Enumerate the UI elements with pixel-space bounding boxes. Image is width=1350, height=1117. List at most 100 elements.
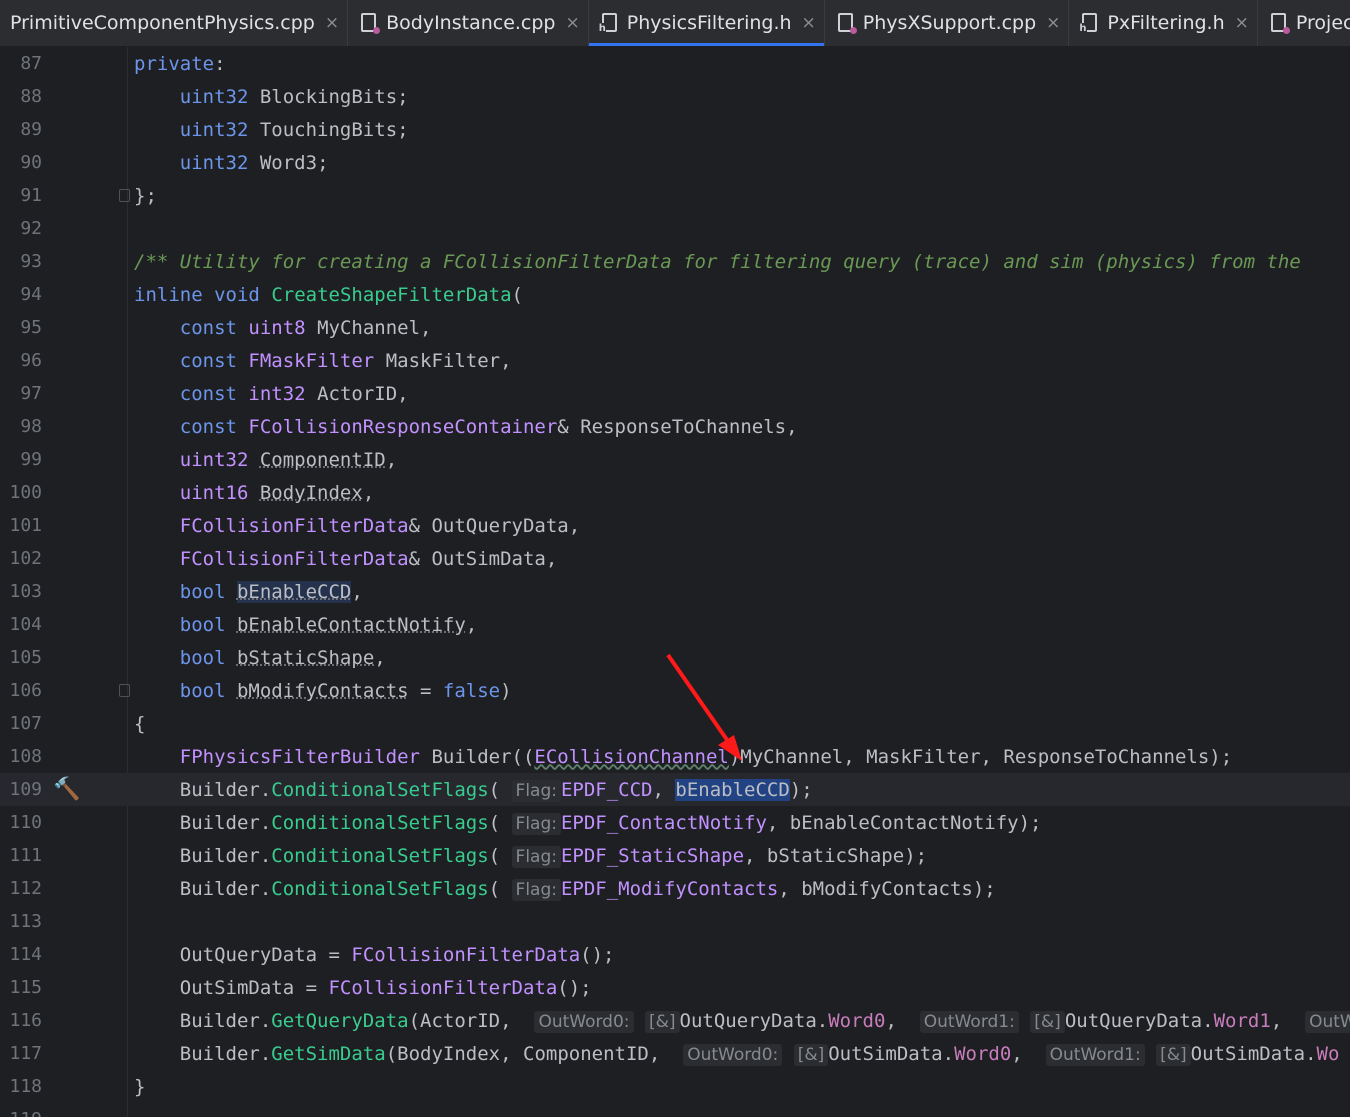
punct: , [744, 844, 756, 867]
line-number: 116 [9, 1010, 42, 1031]
punct: , [778, 877, 790, 900]
parameter-hint: OutWord0: [683, 1043, 783, 1066]
punct: , [1270, 1009, 1283, 1032]
code-line-118[interactable]: 118} [0, 1070, 1350, 1103]
line-number: 93 [20, 251, 42, 272]
code-line-107[interactable]: 107 { [0, 707, 1350, 740]
code-line-92[interactable]: 92 [0, 212, 1350, 245]
close-icon[interactable]: × [1046, 13, 1060, 33]
code-line-105[interactable]: 105 bool bStaticShape, [0, 641, 1350, 674]
line-number: 102 [9, 548, 42, 569]
tab-physics-filtering[interactable]: h PhysicsFiltering.h × [588, 0, 825, 46]
tab-projectile-movement[interactable]: ProjectileMov [1258, 0, 1350, 46]
code-line-113[interactable]: 113 [0, 905, 1350, 938]
punct: , [786, 415, 798, 438]
line-number: 113 [9, 911, 42, 932]
code-line-94[interactable]: 94 inline void CreateShapeFilterData( [0, 278, 1350, 311]
code-line-109[interactable]: 109 🔨 Builder.ConditionalSetFlags( Flag: E… [0, 773, 1350, 806]
parameter-hint: OutWord1: [919, 1010, 1019, 1033]
function-name: GetQueryData [271, 1009, 409, 1032]
code-line-117[interactable]: 117 Builder.GetSimData(BodyIndex, Compon… [0, 1037, 1350, 1070]
code-line-110[interactable]: 110 Builder.ConditionalSetFlags( Flag: EP… [0, 806, 1350, 839]
close-icon[interactable]: × [566, 13, 580, 33]
code-line-112[interactable]: 112 Builder.ConditionalSetFlags( Flag: EP… [0, 872, 1350, 905]
code-line-91[interactable]: 91}; [0, 179, 1350, 212]
code-line-111[interactable]: 111 Builder.ConditionalSetFlags( Flag: EP… [0, 839, 1350, 872]
code-line-108[interactable]: 108 FPhysicsFilterBuilder Builder((EColl… [0, 740, 1350, 773]
code-line-88[interactable]: 88 uint32 BlockingBits; [0, 80, 1350, 113]
tab-primitive-component-physics[interactable]: PrimitiveComponentPhysics.cpp × [0, 0, 349, 46]
code-line-96[interactable]: 96 const FMaskFilter MaskFilter, [0, 344, 1350, 377]
punct: , [397, 382, 409, 405]
type: uint32 [179, 85, 249, 108]
line-number: 112 [9, 878, 42, 899]
code-line-90[interactable]: 90 uint32 Word3; [0, 146, 1350, 179]
line-number: 118 [9, 1076, 42, 1097]
tab-body-instance[interactable]: BodyInstance.cpp × [348, 0, 589, 46]
code-line-102[interactable]: 102 FCollisionFilterData& OutSimData, [0, 542, 1350, 575]
code-line-104[interactable]: 104 bool bEnableContactNotify, [0, 608, 1350, 641]
punct: ; [317, 151, 329, 174]
identifier: )MyChannel, MaskFilter, ResponseToChanne… [728, 745, 1210, 768]
function-name: CreateShapeFilterData [271, 283, 512, 306]
line-number: 98 [20, 416, 42, 437]
line-number: 87 [20, 53, 42, 74]
punct: , [420, 316, 432, 339]
punct: . [259, 1009, 272, 1032]
function-name: ConditionalSetFlags [271, 811, 489, 834]
identifier: Builder [179, 877, 260, 900]
type: FCollisionResponseContainer [248, 415, 558, 438]
punct: . [1202, 1009, 1214, 1032]
cpp-file-icon [1268, 12, 1290, 34]
code-line-95[interactable]: 95 const uint8 MyChannel, [0, 311, 1350, 344]
punct: , [568, 514, 581, 537]
tab-physx-support[interactable]: PhysXSupport.cpp × [825, 0, 1070, 46]
parameter-hint: OutWord0: [534, 1010, 634, 1033]
code-line-100[interactable]: 100 uint16 BodyIndex, [0, 476, 1350, 509]
selected-identifier[interactable]: bEnableCCD [675, 778, 790, 801]
keyword: false [442, 679, 501, 702]
tab-label: ProjectileMov [1295, 12, 1350, 34]
code-line-103[interactable]: 103 bool bEnableCCD, [0, 575, 1350, 608]
member: Word1 [1213, 1009, 1271, 1032]
line-number: 104 [9, 614, 42, 635]
type: uint8 [248, 316, 306, 339]
code-line-115[interactable]: 115 OutSimData = FCollisionFilterData(); [0, 971, 1350, 1004]
punct: ( [408, 1009, 421, 1032]
identifier: OutQueryData [1064, 1009, 1203, 1032]
code-line-93[interactable]: 93 /** Utility for creating a FCollisionF… [0, 245, 1350, 278]
tab-px-filtering[interactable]: h PxFiltering.h × [1069, 0, 1258, 46]
close-icon[interactable]: × [325, 13, 339, 33]
keyword: bool [179, 613, 226, 636]
keyword: const [179, 316, 237, 339]
code-line-89[interactable]: 89 uint32 TouchingBits; [0, 113, 1350, 146]
hammer-icon[interactable]: 🔨 [53, 777, 80, 802]
code-editor[interactable]: 87 private: 88 uint32 BlockingBits; 89 ui… [0, 47, 1350, 1117]
keyword: bool [179, 580, 226, 603]
code-line-87[interactable]: 87 private: [0, 47, 1350, 80]
punct: ( [511, 283, 523, 306]
identifier: OutSimData [431, 547, 546, 570]
code-line-116[interactable]: 116 Builder.GetQueryData(ActorID, OutWor… [0, 1004, 1350, 1037]
identifier: Builder(( [431, 745, 535, 768]
identifier: BodyIndex [259, 481, 363, 504]
tab-label: PhysXSupport.cpp [862, 12, 1037, 34]
identifier: bModifyContacts [801, 877, 973, 900]
enum-value: EPDF_ModifyContacts [560, 877, 779, 900]
line-number: 111 [9, 845, 42, 866]
identifier: bEnableContactNotify [236, 613, 466, 636]
type: uint32 [179, 448, 249, 471]
fold-marker-icon[interactable] [119, 189, 130, 202]
close-icon[interactable]: × [1235, 13, 1249, 33]
code-line-114[interactable]: 114 OutQueryData = FCollisionFilterData(… [0, 938, 1350, 971]
keyword: const [179, 349, 237, 372]
code-line-119[interactable]: 119 [0, 1103, 1350, 1117]
code-line-101[interactable]: 101 FCollisionFilterData& OutQueryData, [0, 509, 1350, 542]
code-line-106[interactable]: 106 bool bModifyContacts = false) [0, 674, 1350, 707]
code-line-99[interactable]: 99 uint32 ComponentID, [0, 443, 1350, 476]
code-line-97[interactable]: 97 const int32 ActorID, [0, 377, 1350, 410]
close-icon[interactable]: × [802, 13, 816, 33]
identifier: ComponentID [523, 1042, 649, 1065]
fold-marker-icon[interactable] [119, 684, 130, 697]
code-line-98[interactable]: 98 const FCollisionResponseContainer& Re… [0, 410, 1350, 443]
